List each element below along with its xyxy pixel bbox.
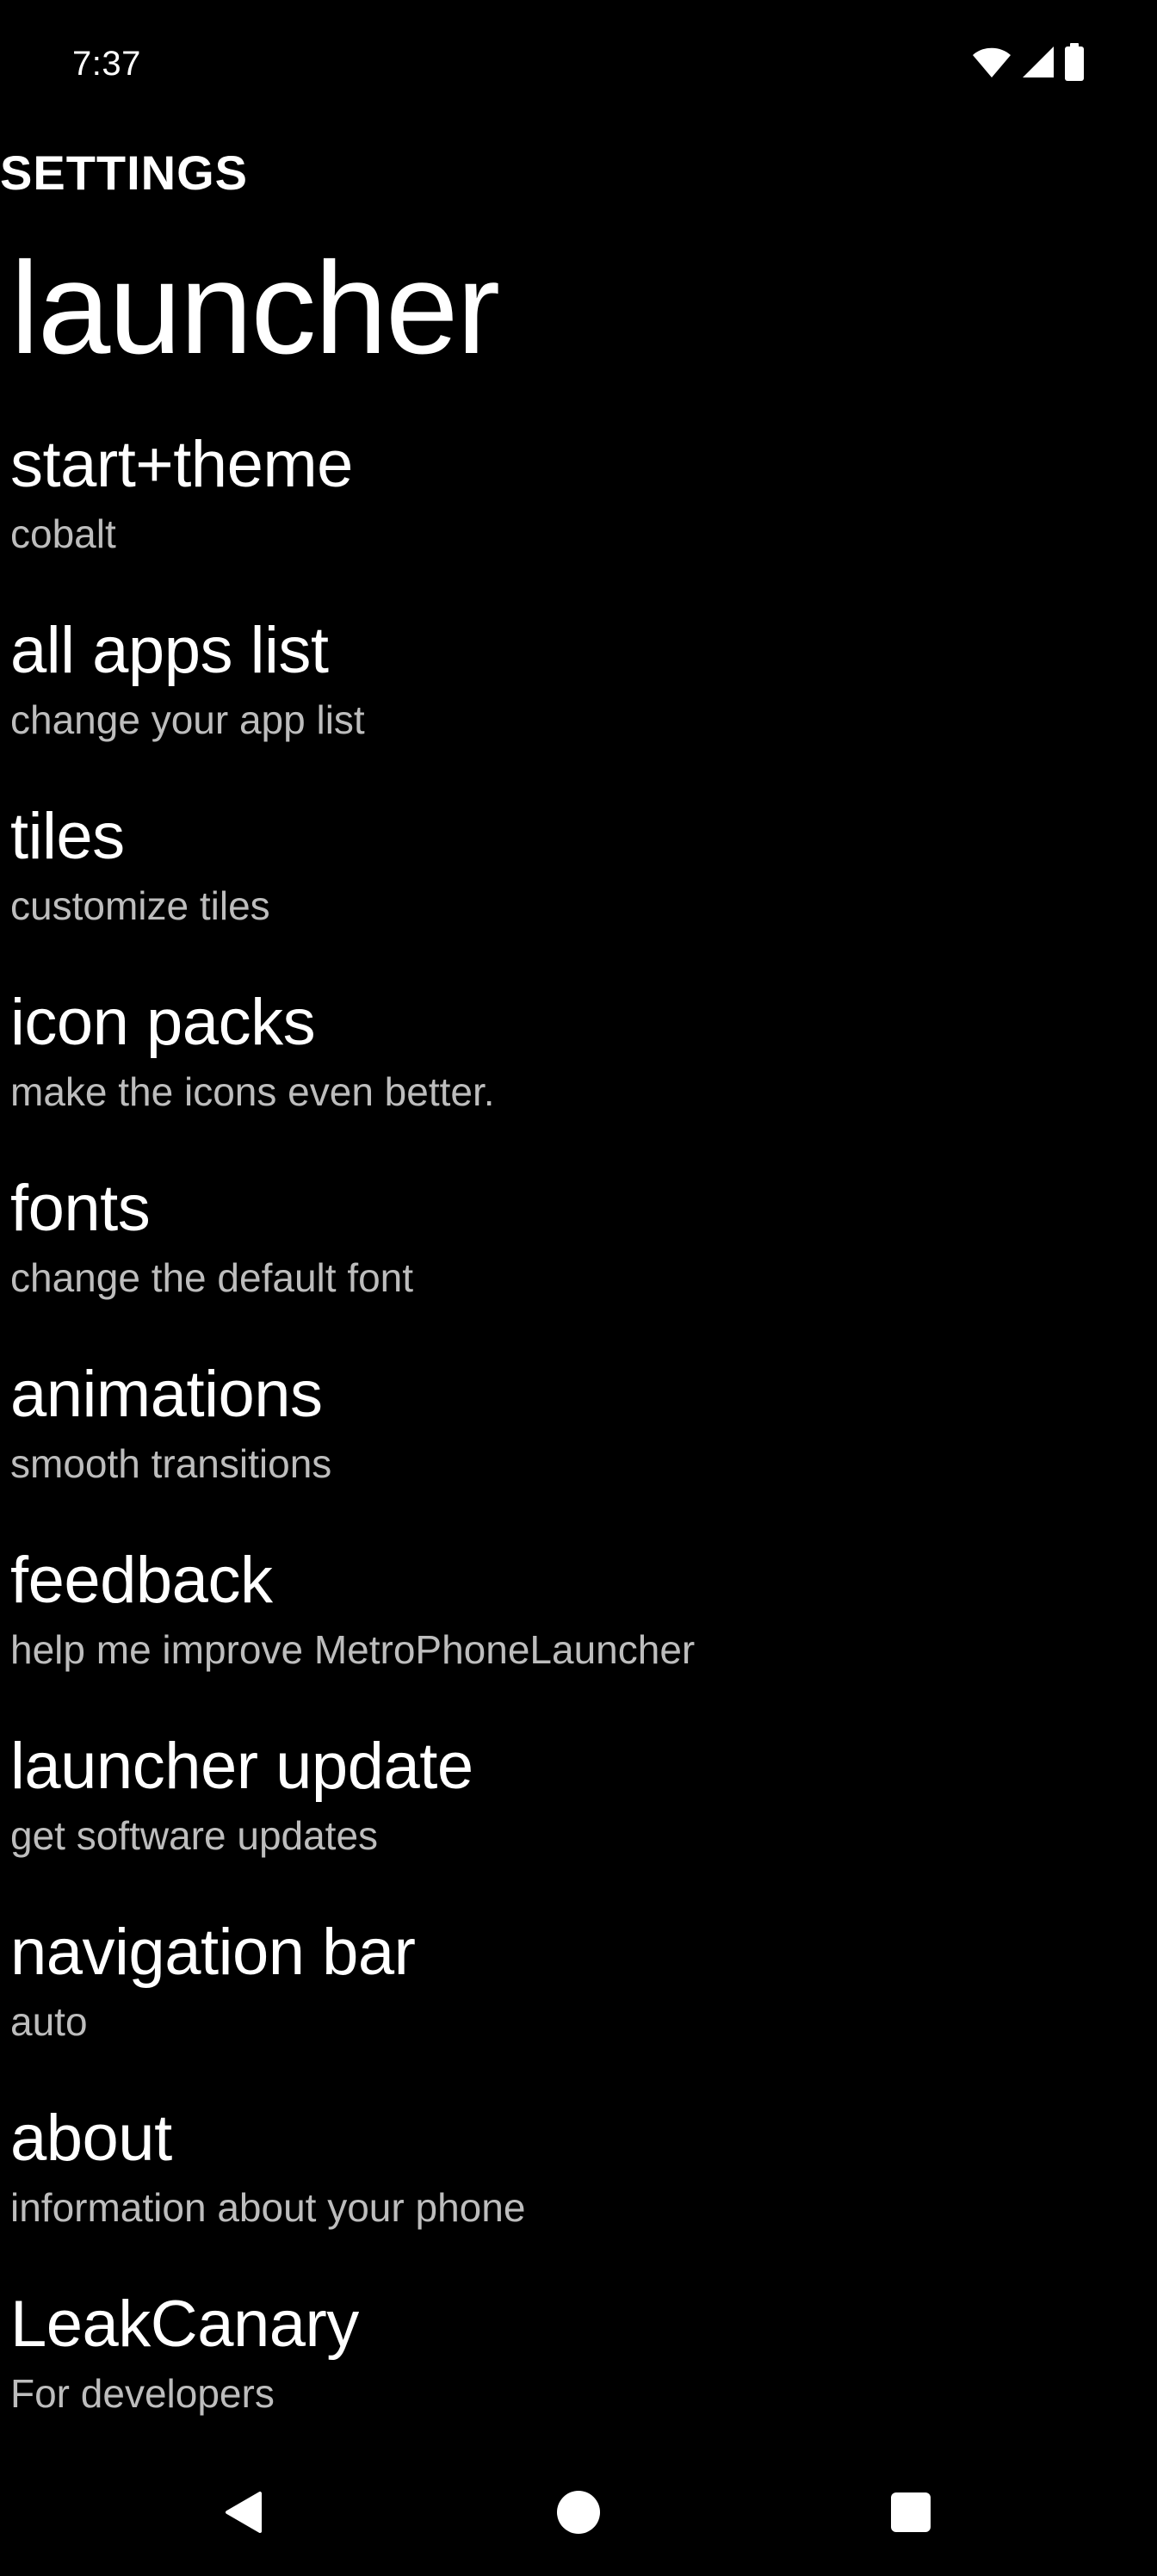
recents-icon — [887, 2488, 935, 2541]
settings-item-leakcanary[interactable]: LeakCanary For developers — [0, 2282, 1157, 2468]
settings-item-subtitle: information about your phone — [10, 2185, 526, 2230]
home-button[interactable] — [544, 2480, 613, 2548]
settings-item-all-apps-list[interactable]: all apps list change your app list — [0, 608, 1157, 794]
settings-item-title: feedback — [10, 1544, 273, 1617]
settings-item-feedback[interactable]: feedback help me improve MetroPhoneLaunc… — [0, 1538, 1157, 1724]
settings-item-navigation-bar[interactable]: navigation bar auto — [0, 1910, 1157, 2096]
settings-list: start+theme cobalt all apps list change … — [0, 422, 1157, 2468]
settings-item-title: tiles — [10, 800, 125, 873]
settings-item-title: start+theme — [10, 428, 353, 501]
settings-item-subtitle: get software updates — [10, 1813, 379, 1858]
settings-item-icon-packs[interactable]: icon packs make the icons even better. — [0, 980, 1157, 1166]
settings-item-title: animations — [10, 1358, 323, 1431]
settings-item-subtitle: change your app list — [10, 697, 365, 742]
cellular-signal-icon — [1021, 45, 1055, 79]
settings-item-subtitle: make the icons even better. — [10, 1069, 495, 1114]
navigation-bar — [0, 2462, 1157, 2566]
settings-item-title: fonts — [10, 1172, 151, 1245]
wifi-icon — [971, 45, 1012, 79]
settings-item-subtitle: For developers — [10, 2371, 275, 2416]
settings-item-launcher-update[interactable]: launcher update get software updates — [0, 1724, 1157, 1910]
settings-item-subtitle: smooth transitions — [10, 1441, 332, 1486]
page-title: launcher — [10, 235, 500, 381]
settings-item-about[interactable]: about information about your phone — [0, 2096, 1157, 2282]
settings-item-title: launcher update — [10, 1730, 473, 1803]
back-icon — [220, 2488, 269, 2541]
settings-item-tiles[interactable]: tiles customize tiles — [0, 794, 1157, 980]
status-time: 7:37 — [72, 45, 141, 83]
status-icons — [971, 43, 1085, 81]
settings-item-title: LeakCanary — [10, 2288, 359, 2361]
settings-item-start-theme[interactable]: start+theme cobalt — [0, 422, 1157, 608]
settings-item-subtitle: change the default font — [10, 1255, 414, 1300]
settings-item-title: icon packs — [10, 986, 316, 1059]
settings-item-title: about — [10, 2102, 172, 2175]
settings-item-subtitle: cobalt — [10, 511, 116, 556]
settings-item-subtitle: help me improve MetroPhoneLauncher — [10, 1627, 696, 1672]
battery-icon — [1064, 43, 1085, 81]
settings-item-subtitle: customize tiles — [10, 883, 270, 928]
home-icon — [554, 2488, 603, 2541]
settings-item-title: all apps list — [10, 614, 329, 687]
settings-item-fonts[interactable]: fonts change the default font — [0, 1166, 1157, 1352]
settings-item-subtitle: auto — [10, 1999, 88, 2044]
recents-button[interactable] — [876, 2480, 945, 2548]
section-label: SETTINGS — [0, 146, 249, 200]
settings-item-animations[interactable]: animations smooth transitions — [0, 1352, 1157, 1538]
settings-item-title: navigation bar — [10, 1916, 416, 1989]
back-button[interactable] — [210, 2480, 279, 2548]
status-bar: 7:37 — [0, 0, 1157, 121]
